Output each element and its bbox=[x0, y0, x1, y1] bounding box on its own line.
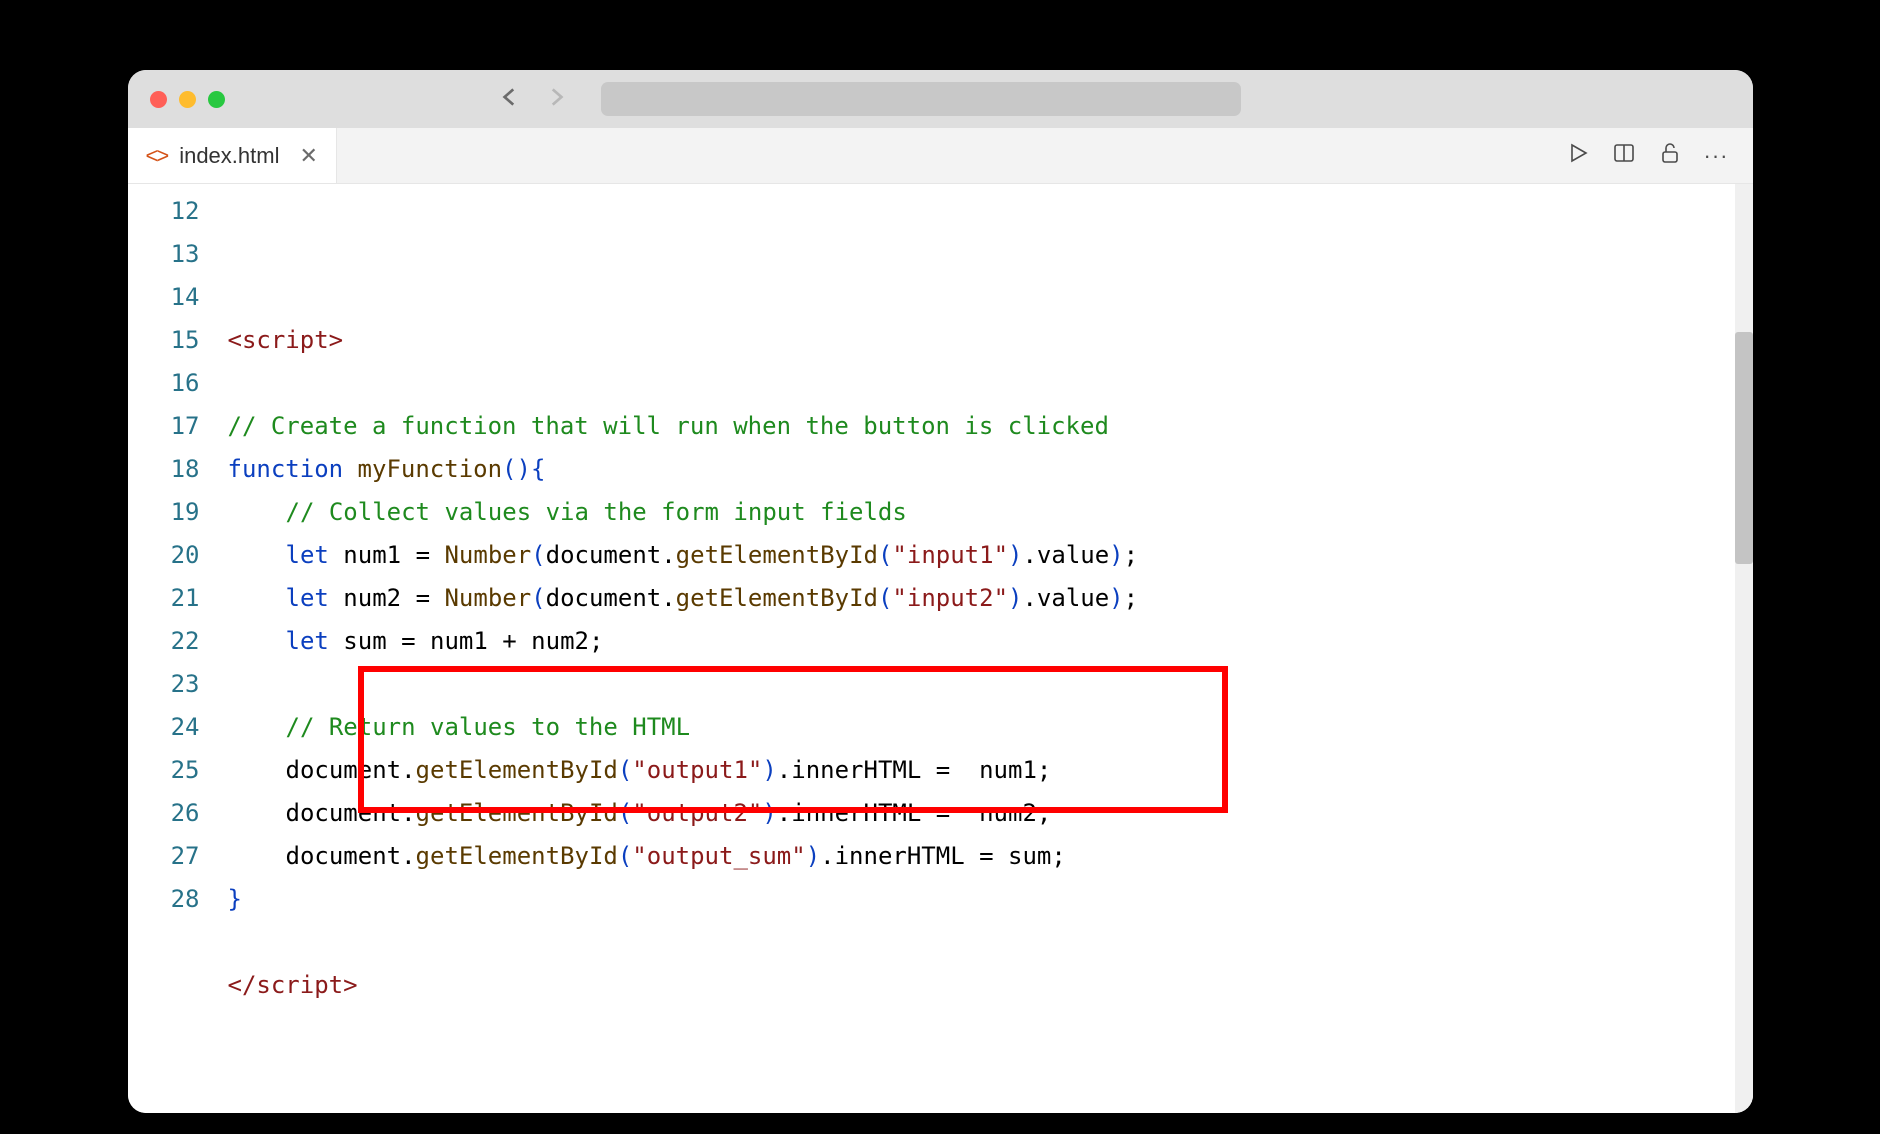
code-line[interactable] bbox=[228, 663, 1753, 706]
nav-arrows bbox=[497, 84, 569, 115]
address-bar[interactable] bbox=[601, 82, 1241, 116]
code-line[interactable]: let num2 = Number(document.getElementByI… bbox=[228, 577, 1753, 620]
code-line[interactable] bbox=[228, 276, 1753, 319]
code-line[interactable] bbox=[228, 362, 1753, 405]
line-number: 28 bbox=[128, 878, 200, 921]
tab-label: index.html bbox=[179, 143, 279, 169]
line-number: 18 bbox=[128, 448, 200, 491]
titlebar bbox=[128, 70, 1753, 128]
window-close-button[interactable] bbox=[150, 91, 167, 108]
nav-back-button[interactable] bbox=[497, 84, 523, 115]
line-number: 17 bbox=[128, 405, 200, 448]
window-minimize-button[interactable] bbox=[179, 91, 196, 108]
code-line[interactable]: function myFunction(){ bbox=[228, 448, 1753, 491]
code-line[interactable] bbox=[228, 921, 1753, 964]
line-number: 13 bbox=[128, 233, 200, 276]
lock-icon[interactable] bbox=[1658, 141, 1682, 170]
code-file-icon: <> bbox=[146, 143, 168, 169]
line-number: 27 bbox=[128, 835, 200, 878]
line-number: 19 bbox=[128, 491, 200, 534]
code-line[interactable]: // Collect values via the form input fie… bbox=[228, 491, 1753, 534]
code-line[interactable]: <script> bbox=[228, 319, 1753, 362]
window-maximize-button[interactable] bbox=[208, 91, 225, 108]
code-line[interactable]: document.getElementById("output1").inner… bbox=[228, 749, 1753, 792]
line-gutter: 1213141516171819202122232425262728 bbox=[128, 184, 214, 1113]
line-number: 14 bbox=[128, 276, 200, 319]
line-number: 20 bbox=[128, 534, 200, 577]
code-line[interactable]: } bbox=[228, 878, 1753, 921]
line-number: 26 bbox=[128, 792, 200, 835]
tab-bar: <> index.html ✕ ··· bbox=[128, 128, 1753, 184]
line-number: 24 bbox=[128, 706, 200, 749]
more-actions-icon[interactable]: ··· bbox=[1704, 143, 1729, 169]
line-number: 16 bbox=[128, 362, 200, 405]
code-line[interactable]: </script> bbox=[228, 964, 1753, 1007]
traffic-lights bbox=[150, 91, 225, 108]
nav-forward-button[interactable] bbox=[543, 84, 569, 115]
editor-window: <> index.html ✕ ··· 12131415161718192021… bbox=[128, 70, 1753, 1113]
line-number: 21 bbox=[128, 577, 200, 620]
editor-area[interactable]: 1213141516171819202122232425262728 <scri… bbox=[128, 184, 1753, 1113]
code-line[interactable]: document.getElementById("output_sum").in… bbox=[228, 835, 1753, 878]
close-icon[interactable]: ✕ bbox=[299, 143, 317, 169]
code-content[interactable]: <script> // Create a function that will r… bbox=[214, 184, 1753, 1113]
scrollbar-thumb[interactable] bbox=[1735, 332, 1753, 564]
run-icon[interactable] bbox=[1566, 141, 1590, 170]
editor-actions: ··· bbox=[1566, 128, 1753, 183]
line-number: 15 bbox=[128, 319, 200, 362]
line-number: 22 bbox=[128, 620, 200, 663]
line-number: 25 bbox=[128, 749, 200, 792]
code-line[interactable]: document.getElementById("output2").inner… bbox=[228, 792, 1753, 835]
line-number: 23 bbox=[128, 663, 200, 706]
split-editor-icon[interactable] bbox=[1612, 141, 1636, 170]
code-line[interactable]: let sum = num1 + num2; bbox=[228, 620, 1753, 663]
code-line[interactable]: // Return values to the HTML bbox=[228, 706, 1753, 749]
tab-index-html[interactable]: <> index.html ✕ bbox=[128, 128, 337, 183]
scrollbar-track[interactable] bbox=[1735, 184, 1753, 1113]
code-line[interactable]: let num1 = Number(document.getElementByI… bbox=[228, 534, 1753, 577]
code-line[interactable]: // Create a function that will run when … bbox=[228, 405, 1753, 448]
line-number: 12 bbox=[128, 190, 200, 233]
